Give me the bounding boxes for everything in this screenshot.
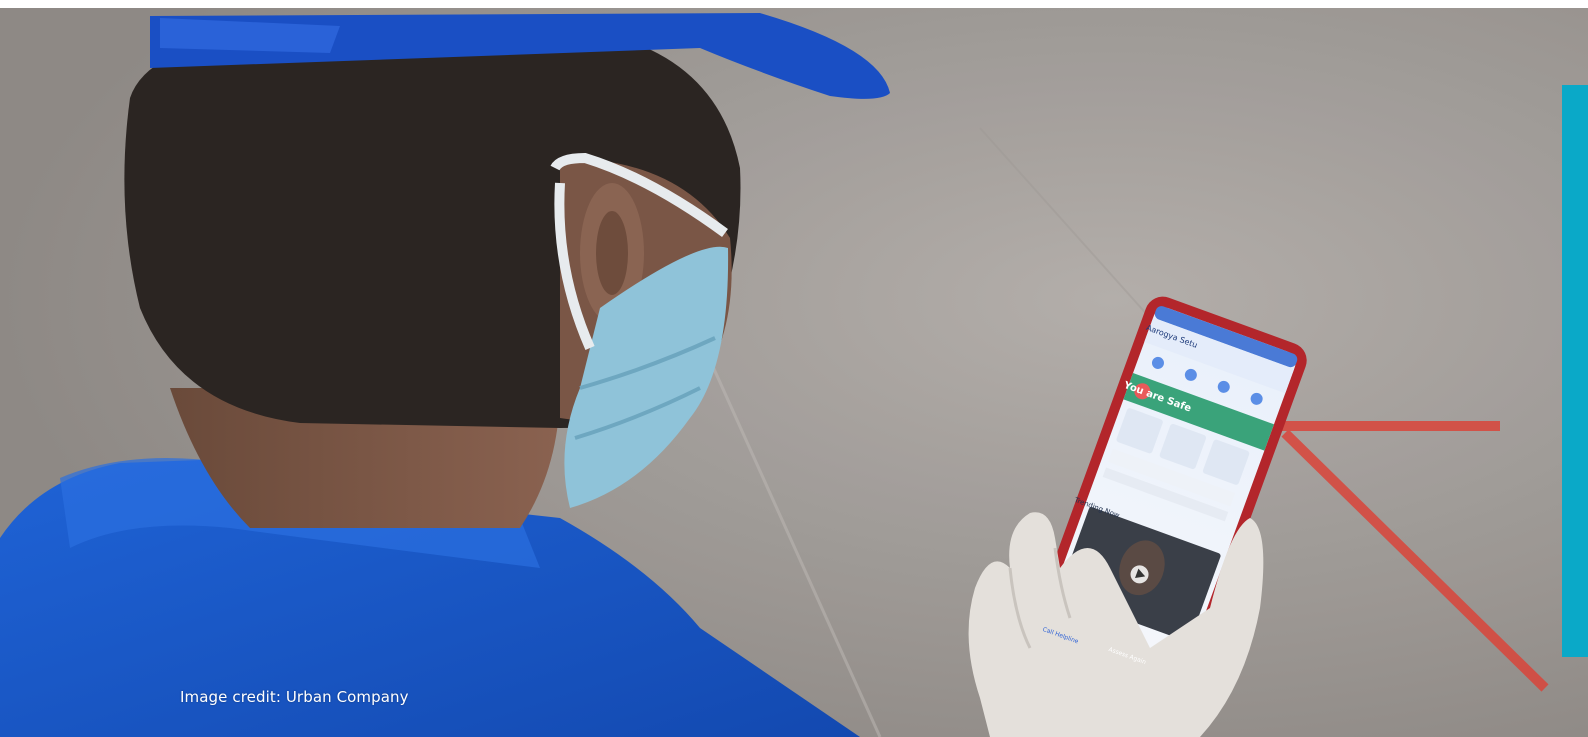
image-credit: Image credit: Urban Company	[180, 688, 409, 706]
photo-illustration	[0, 8, 1588, 737]
accent-bar	[1562, 85, 1588, 657]
photo: Aarogya Setu You are Safe Trending Now C…	[0, 8, 1588, 737]
